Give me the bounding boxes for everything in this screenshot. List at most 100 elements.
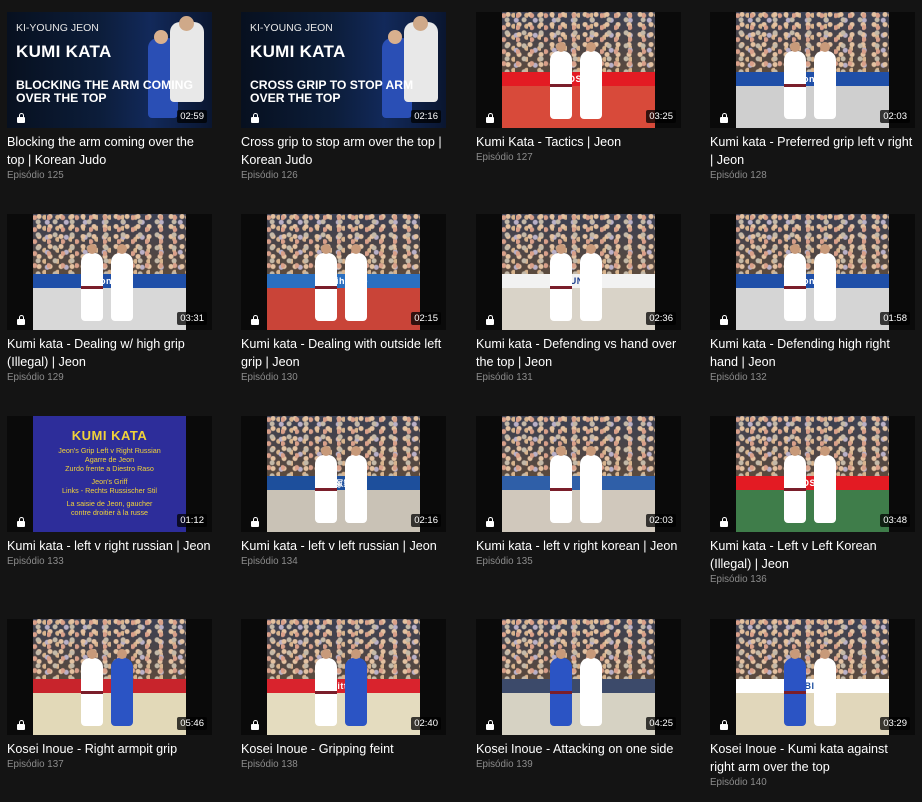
episode-thumbnail[interactable]: HYUNDAI 02:36 [476, 214, 681, 330]
episode-card[interactable]: mikihouse 02:15 Kumi kata - Dealing with o… [241, 214, 446, 383]
tatami-mat [502, 693, 655, 735]
duration-badge: 02:15 [411, 312, 441, 325]
judoka-figure [814, 244, 836, 321]
lock-icon [720, 516, 728, 527]
episode-title[interactable]: Kosei Inoue - Attacking on one side [476, 740, 681, 758]
judoka-figure [345, 446, 367, 523]
episode-card[interactable]: KUMI KATA Jeon's Grip Left v Right Russia… [7, 416, 212, 567]
episode-title[interactable]: Kosei Inoue - Right armpit grip [7, 740, 212, 758]
duration-badge: 05:46 [177, 717, 207, 730]
lock-icon [486, 314, 494, 325]
poster-heading: KUMI KATA [16, 42, 112, 61]
episode-number: Episódio 135 [476, 556, 533, 567]
judoka-figure [814, 446, 836, 523]
judoka-head [179, 16, 194, 31]
episode-thumbnail[interactable]: 05:46 [7, 619, 212, 735]
video-frame: Konica [736, 214, 889, 330]
lock-icon [17, 112, 25, 123]
episode-card[interactable]: 04:25 Kosei Inoue - Attacking on one side… [476, 619, 681, 770]
episode-card[interactable]: BOSCH 03:25 Kumi Kata - Tactics | Jeon Epis… [476, 12, 681, 163]
episode-card[interactable]: 大塚製薬 02:16 Kumi kata - left v left russian… [241, 416, 446, 567]
episode-thumbnail[interactable]: 04:25 [476, 619, 681, 735]
episode-title[interactable]: Kosei Inoue - Gripping feint [241, 740, 446, 758]
poster-subtitle: BLOCKING THE ARM COMING OVER THE TOP [16, 78, 193, 105]
judoka-head [413, 16, 428, 31]
episode-card[interactable]: ABIES 03:29 Kosei Inoue - Kumi kata agains… [710, 619, 915, 788]
sponsor-banner: 大塚製薬 [267, 476, 420, 491]
sponsor-banner [502, 679, 655, 694]
judoka-figure [784, 42, 806, 119]
episode-title[interactable]: Kosei Inoue - Kumi kata against right ar… [710, 740, 915, 776]
episode-thumbnail[interactable]: BOSCH 03:48 [710, 416, 915, 532]
episode-title[interactable]: Blocking the arm coming over the top | K… [7, 133, 212, 169]
episode-number: Episódio 127 [476, 152, 533, 163]
crowd-background [502, 619, 655, 680]
episode-number: Episódio 129 [7, 372, 64, 383]
episode-number: Episódio 128 [710, 170, 767, 181]
judoka-figure [580, 649, 602, 726]
video-frame: 大塚製薬 [267, 416, 420, 532]
title-card-line: contre droitier à la russe [70, 508, 149, 517]
episode-title[interactable]: Cross grip to stop arm over the top | Ko… [241, 133, 446, 169]
episode-card[interactable]: KI-YOUNG JEON KUMI KATA CROSS GRIP TO STOP… [241, 12, 446, 181]
episode-card[interactable]: Konica 01:58 Kumi kata - Defending high ri… [710, 214, 915, 383]
tatami-mat [267, 693, 420, 735]
episode-thumbnail[interactable]: Konica 01:58 [710, 214, 915, 330]
episode-card[interactable]: Konica 03:31 Kumi kata - Dealing w/ high g… [7, 214, 212, 383]
poster-coach-name: KI-YOUNG JEON [250, 22, 333, 34]
episode-title[interactable]: Kumi kata - left v right korean | Jeon [476, 537, 681, 555]
episode-card[interactable]: Konica 02:03 Kumi kata - Preferred grip le… [710, 12, 915, 181]
episode-title[interactable]: Kumi kata - left v left russian | Jeon [241, 537, 446, 555]
judoka-figure [111, 244, 133, 321]
episode-thumbnail[interactable]: Vittel 02:40 [241, 619, 446, 735]
judoka-figure [784, 446, 806, 523]
duration-badge: 03:25 [646, 110, 676, 123]
title-card-line: Jeon's Grip Left v Right Russian [58, 446, 161, 455]
episode-thumbnail[interactable]: KUMI KATA Jeon's Grip Left v Right Russia… [7, 416, 212, 532]
poster-coach-name: KI-YOUNG JEON [16, 22, 99, 34]
episode-title[interactable]: Kumi kata - left v right russian | Jeon [7, 537, 212, 555]
episode-thumbnail[interactable]: Konica 03:31 [7, 214, 212, 330]
sponsor-banner: Konica [736, 72, 889, 87]
sponsor-banner: mikihouse [267, 274, 420, 289]
episode-thumbnail[interactable]: KI-YOUNG JEON KUMI KATA CROSS GRIP TO STOP… [241, 12, 446, 128]
episode-thumbnail[interactable]: 大塚製薬 02:16 [241, 416, 446, 532]
episode-card[interactable]: 02:03 Kumi kata - left v right korean | J… [476, 416, 681, 567]
poster-subtitle: CROSS GRIP TO STOP ARM OVER THE TOP [250, 78, 414, 105]
judoka-figure [550, 446, 572, 523]
episode-number: Episódio 130 [241, 372, 298, 383]
duration-badge: 02:16 [411, 110, 441, 123]
episode-title[interactable]: Kumi Kata - Tactics | Jeon [476, 133, 681, 151]
episode-thumbnail[interactable]: BOSCH 03:25 [476, 12, 681, 128]
episode-card[interactable]: Vittel 02:40 Kosei Inoue - Gripping feint E… [241, 619, 446, 770]
episode-thumbnail[interactable]: ABIES 03:29 [710, 619, 915, 735]
tatami-mat [267, 288, 420, 330]
episode-number: Episódio 125 [7, 170, 64, 181]
tatami-mat [736, 693, 889, 735]
episode-title[interactable]: Kumi kata - Dealing w/ high grip (Illega… [7, 335, 212, 371]
episode-card[interactable]: HYUNDAI 02:36 Kumi kata - Defending vs han… [476, 214, 681, 383]
episode-title[interactable]: Kumi kata - Left v Left Korean (Illegal)… [710, 537, 915, 573]
episode-thumbnail[interactable]: 02:03 [476, 416, 681, 532]
episode-title[interactable]: Kumi kata - Defending high right hand | … [710, 335, 915, 371]
episode-thumbnail[interactable]: Konica 02:03 [710, 12, 915, 128]
episode-card[interactable]: KI-YOUNG JEON KUMI KATA BLOCKING THE ARM C… [7, 12, 212, 181]
judoka-figure [814, 42, 836, 119]
sponsor-banner [502, 476, 655, 491]
episode-card[interactable]: 05:46 Kosei Inoue - Right armpit grip Epis… [7, 619, 212, 770]
duration-badge: 03:48 [880, 514, 910, 527]
episode-thumbnail[interactable]: mikihouse 02:15 [241, 214, 446, 330]
episode-thumbnail[interactable]: KI-YOUNG JEON KUMI KATA BLOCKING THE ARM C… [7, 12, 212, 128]
episode-title[interactable]: Kumi kata - Dealing with outside left gr… [241, 335, 446, 371]
duration-badge: 02:40 [411, 717, 441, 730]
video-frame: BOSCH [736, 416, 889, 532]
lock-icon [251, 314, 259, 325]
judoka-figure [345, 244, 367, 321]
duration-badge: 02:59 [177, 110, 207, 123]
episode-title[interactable]: Kumi kata - Defending vs hand over the t… [476, 335, 681, 371]
episode-title[interactable]: Kumi kata - Preferred grip left v right … [710, 133, 915, 169]
episode-number: Episódio 131 [476, 372, 533, 383]
crowd-background [736, 619, 889, 680]
episode-card[interactable]: BOSCH 03:48 Kumi kata - Left v Left Korean… [710, 416, 915, 585]
tatami-mat [502, 86, 655, 128]
